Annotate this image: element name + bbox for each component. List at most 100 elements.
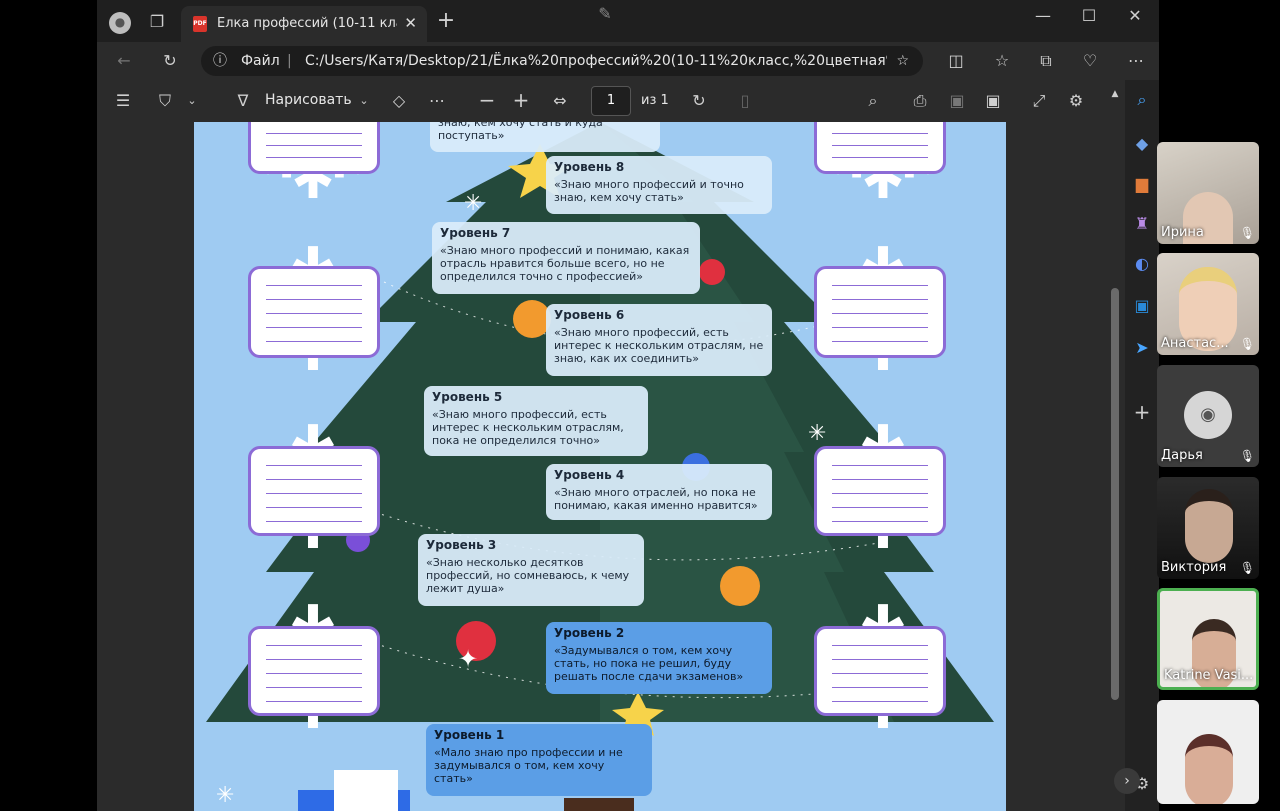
note-card bbox=[814, 446, 946, 536]
level-callout-1: Уровень 1 «Мало знаю про профессии и не … bbox=[426, 724, 652, 796]
pdf-icon: PDF bbox=[193, 16, 207, 32]
info-icon[interactable]: ⓘ bbox=[213, 46, 227, 76]
level-text: «Задумывался о том, кем хочу стать, но п… bbox=[554, 644, 744, 683]
eraser-icon[interactable]: ◇ bbox=[389, 91, 409, 111]
participant-tile[interactable]: Ирина 🎙 bbox=[1157, 142, 1259, 244]
participant-tile[interactable] bbox=[1157, 700, 1259, 804]
contents-icon[interactable]: ☰ bbox=[113, 91, 133, 111]
level-text: «Знаю много отраслей, но пока не понимаю… bbox=[554, 486, 758, 512]
scroll-up-icon[interactable]: ▲ bbox=[1109, 84, 1121, 104]
level-callout-4: Уровень 4 «Знаю много отраслей, но пока … bbox=[546, 464, 772, 520]
browser-window: ● ❐ PDF Ёлка профессий (10-11 класс, ц ✕… bbox=[97, 0, 1159, 811]
participant-tile-active[interactable]: Katrine Vasi... bbox=[1157, 588, 1259, 690]
close-tab-icon[interactable]: ✕ bbox=[404, 14, 417, 32]
collections-icon[interactable]: ⧉ bbox=[1035, 51, 1057, 71]
more-icon[interactable]: ⋯ bbox=[1125, 51, 1147, 71]
copilot-icon[interactable]: ◐ bbox=[1132, 254, 1152, 274]
scheme-separator: | bbox=[287, 53, 292, 69]
participant-name: Виктория bbox=[1161, 560, 1227, 575]
participant-tile[interactable]: Анастас... 🎙 bbox=[1157, 253, 1259, 355]
save-icon[interactable]: ▣ bbox=[947, 91, 967, 111]
add-icon[interactable]: + bbox=[1132, 402, 1152, 422]
level-title: Уровень 1 bbox=[434, 728, 505, 742]
page-view-icon[interactable]: ▯ bbox=[735, 91, 755, 111]
pdf-page: ✦ ✳ ✳ ✳ ❄ ❄ ❄ ❄ ❄ ❄ ❄ ❄ зн bbox=[194, 122, 1006, 811]
note-card bbox=[248, 122, 380, 174]
search-icon[interactable]: ⌕ bbox=[1132, 90, 1152, 110]
expand-panel-button[interactable]: › bbox=[1114, 768, 1140, 794]
address-bar-row: ← ↻ ⓘ Файл | C:/Users/Катя/Desktop/21/Ёл… bbox=[97, 42, 1159, 80]
close-window-button[interactable]: ✕ bbox=[1125, 6, 1145, 26]
level-callout-9: знаю, кем хочу стать и куда поступать» bbox=[430, 122, 660, 152]
participant-video bbox=[1185, 734, 1233, 804]
url-text[interactable]: C:/Users/Катя/Desktop/21/Ёлка%20професси… bbox=[305, 46, 887, 76]
fullscreen-icon[interactable]: ⤢ bbox=[1029, 91, 1049, 111]
send-icon[interactable]: ➤ bbox=[1132, 338, 1152, 358]
refresh-icon[interactable]: ↻ bbox=[159, 51, 181, 71]
more-tools-icon[interactable]: ⋯ bbox=[427, 91, 447, 111]
participant-tile[interactable]: ◉ Дарья 🎙 bbox=[1157, 365, 1259, 467]
vertical-scrollbar[interactable]: ▲ bbox=[1105, 80, 1125, 811]
split-screen-icon[interactable]: ◫ bbox=[945, 51, 967, 71]
new-tab-button[interactable]: + bbox=[435, 10, 457, 32]
back-icon[interactable]: ← bbox=[113, 51, 135, 71]
participant-name: Katrine Vasi... bbox=[1164, 668, 1254, 683]
minimize-button[interactable]: — bbox=[1033, 6, 1053, 26]
rotate-icon[interactable]: ↻ bbox=[689, 91, 709, 111]
tab-title: Ёлка профессий (10-11 класс, ц bbox=[217, 16, 397, 31]
settings-gear-icon[interactable]: ⚙ bbox=[1065, 91, 1087, 111]
page-total: из 1 bbox=[641, 93, 669, 108]
level-text: «Знаю много профессий, есть интерес к не… bbox=[432, 408, 624, 447]
zoom-out-icon[interactable]: − bbox=[477, 90, 497, 110]
level-title: Уровень 6 bbox=[554, 308, 625, 322]
camera-off-icon: ◉ bbox=[1184, 391, 1232, 439]
briefcase-icon[interactable]: ▆ bbox=[1132, 174, 1152, 194]
draw-icon[interactable]: ∇ bbox=[233, 91, 253, 111]
svg-text:✳: ✳ bbox=[464, 191, 482, 216]
fit-page-icon[interactable]: ⇔ bbox=[549, 91, 571, 111]
pdf-viewer[interactable]: ✦ ✳ ✳ ✳ ❄ ❄ ❄ ❄ ❄ ❄ ❄ ❄ зн bbox=[97, 122, 1105, 811]
level-title: Уровень 3 bbox=[426, 538, 497, 552]
search-icon[interactable]: ⌕ bbox=[863, 91, 883, 111]
level-text: знаю, кем хочу стать и куда поступать» bbox=[438, 122, 603, 142]
browser-sidebar: ⌕ ◆ ▆ ♜ ◐ ▣ ➤ + ⚙ bbox=[1125, 80, 1159, 811]
participant-video bbox=[1185, 489, 1233, 563]
mic-muted-icon: 🎙 bbox=[1239, 561, 1255, 575]
print-icon[interactable]: ⎙ bbox=[909, 91, 931, 111]
participant-tile[interactable]: Виктория 🎙 bbox=[1157, 477, 1259, 579]
tag-icon[interactable]: ◆ bbox=[1132, 134, 1152, 154]
chevron-down-icon[interactable]: ⌄ bbox=[357, 91, 371, 111]
page-number-input[interactable]: 1 bbox=[591, 86, 631, 116]
level-callout-6: Уровень 6 «Знаю много профессий, есть ин… bbox=[546, 304, 772, 376]
note-card bbox=[248, 266, 380, 358]
mic-muted-icon: 🎙 bbox=[1239, 226, 1255, 240]
highlight-icon[interactable]: ⛉ bbox=[155, 91, 175, 111]
save-as-icon[interactable]: ▣ bbox=[983, 91, 1003, 111]
level-callout-2: Уровень 2 «Задумывался о том, кем хочу с… bbox=[546, 622, 772, 694]
outlook-icon[interactable]: ▣ bbox=[1132, 296, 1152, 316]
svg-text:✦: ✦ bbox=[458, 645, 478, 673]
chess-icon[interactable]: ♜ bbox=[1132, 214, 1152, 234]
chevron-down-icon[interactable]: ⌄ bbox=[185, 91, 199, 111]
maximize-button[interactable]: ☐ bbox=[1079, 6, 1099, 26]
level-callout-8: Уровень 8 «Знаю много профессий и точно … bbox=[546, 156, 772, 214]
pdf-toolbar: ☰ ⛉ ⌄ ∇ Нарисовать ⌄ ◇ ⋯ − + ⇔ 1 из 1 ↻ … bbox=[97, 80, 1105, 123]
zoom-in-icon[interactable]: + bbox=[511, 90, 531, 110]
participant-name: Дарья bbox=[1161, 448, 1203, 463]
note-card bbox=[814, 626, 946, 716]
scrollbar-thumb[interactable] bbox=[1111, 288, 1119, 700]
level-title: Уровень 4 bbox=[554, 468, 625, 482]
profile-icon[interactable]: ● bbox=[109, 12, 131, 34]
tab-actions-icon[interactable]: ❐ bbox=[147, 12, 167, 32]
health-icon[interactable]: ♡ bbox=[1079, 51, 1101, 71]
address-bar[interactable]: ⓘ Файл | C:/Users/Катя/Desktop/21/Ёлка%2… bbox=[201, 46, 923, 76]
draw-button[interactable]: Нарисовать bbox=[265, 92, 352, 108]
level-text: «Знаю много профессий и понимаю, какая о… bbox=[440, 244, 690, 283]
level-text: «Знаю много профессий и точно знаю, кем … bbox=[554, 178, 744, 204]
favorites-icon[interactable]: ☆ bbox=[991, 51, 1013, 71]
tab-pdf[interactable]: PDF Ёлка профессий (10-11 класс, ц ✕ bbox=[181, 6, 427, 42]
note-card bbox=[814, 266, 946, 358]
note-card bbox=[814, 122, 946, 174]
level-callout-5: Уровень 5 «Знаю много профессий, есть ин… bbox=[424, 386, 648, 456]
favorite-star-icon[interactable]: ☆ bbox=[896, 46, 909, 76]
